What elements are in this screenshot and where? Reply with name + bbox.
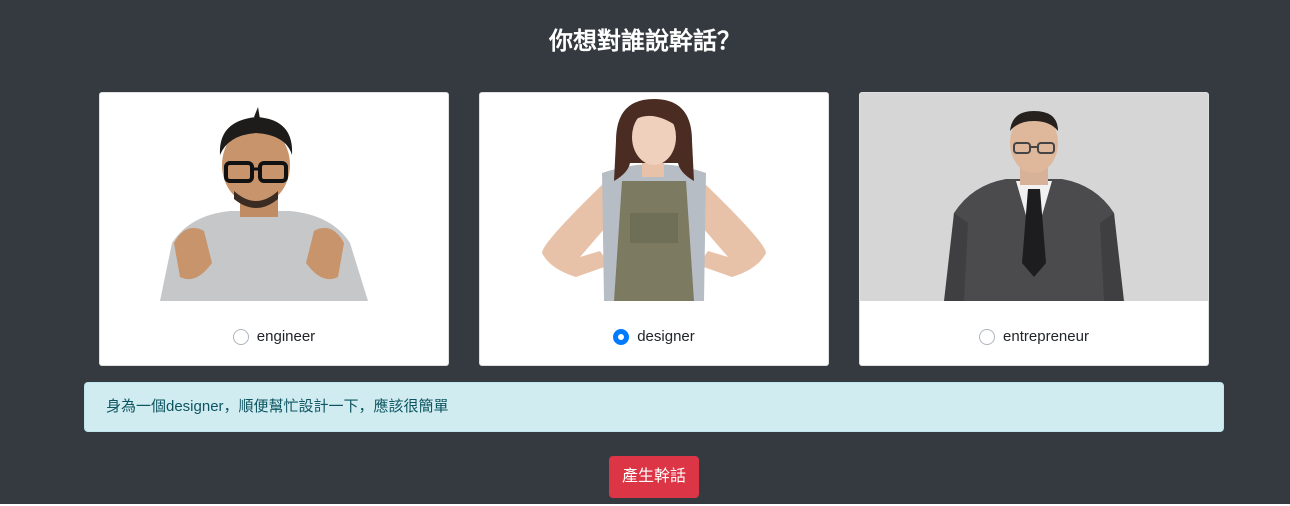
entrepreneur-radio[interactable]: [979, 329, 996, 345]
option-card-entrepreneur[interactable]: entrepreneur: [859, 92, 1209, 366]
engineer-option[interactable]: engineer: [100, 325, 448, 349]
result-alert: 身為一個designer，順便幫忙設計一下，應該很簡單: [84, 382, 1224, 432]
entrepreneur-option[interactable]: entrepreneur: [860, 325, 1208, 349]
engineer-photo: [100, 93, 448, 301]
option-card-engineer[interactable]: engineer: [99, 92, 449, 366]
option-card-designer[interactable]: designer: [479, 92, 829, 366]
designer-photo: [480, 93, 828, 301]
designer-label: designer: [637, 328, 695, 345]
page-title: 你想對誰說幹話？: [549, 26, 741, 55]
engineer-radio[interactable]: [232, 329, 249, 345]
designer-option[interactable]: designer: [480, 325, 828, 349]
entrepreneur-photo: [860, 93, 1208, 301]
generate-button[interactable]: 產生幹話: [609, 456, 699, 498]
designer-radio[interactable]: [613, 329, 630, 345]
engineer-label: engineer: [256, 328, 316, 345]
entrepreneur-label: entrepreneur: [1003, 328, 1089, 345]
